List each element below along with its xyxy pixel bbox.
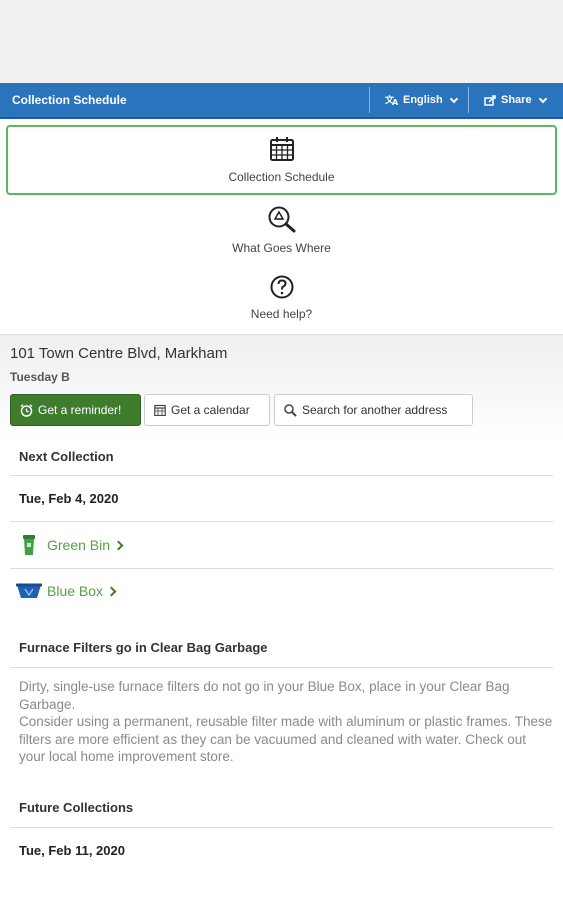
alarm-clock-icon [20, 403, 33, 417]
future-collection-date: Tue, Feb 11, 2020 [10, 828, 553, 872]
status-area [0, 0, 563, 83]
blue-box-icon [10, 583, 47, 599]
question-icon [270, 275, 293, 299]
chevron-down-icon [449, 94, 458, 103]
get-reminder-button[interactable]: Get a reminder! [10, 394, 141, 426]
notice-heading: Furnace Filters go in Clear Bag Garbage [10, 628, 553, 668]
future-collections-heading: Future Collections [10, 788, 553, 828]
nav-collection-schedule[interactable]: Collection Schedule [6, 125, 557, 195]
next-collection-heading: Next Collection [10, 438, 553, 476]
address-title: 101 Town Centre Blvd, Markham [10, 345, 228, 362]
notice-body: Dirty, single-use furnace filters do not… [19, 678, 554, 766]
chevron-right-icon [106, 586, 117, 596]
collection-zone: Tuesday B [10, 370, 70, 384]
app-title: Collection Schedule [12, 93, 127, 107]
share-label: Share [501, 94, 532, 106]
item-label: Blue Box [47, 583, 104, 599]
heading-text: Future Collections [19, 800, 134, 815]
share-button[interactable]: Share [468, 83, 563, 117]
share-icon [484, 94, 496, 106]
chevron-right-icon [113, 540, 124, 550]
nav-label: Need help? [250, 307, 313, 321]
main-nav: Collection Schedule What Goes Where Need… [0, 119, 563, 334]
get-calendar-button[interactable]: Get a calendar [144, 394, 270, 426]
search-icon [284, 403, 297, 417]
calendar-icon [154, 404, 166, 416]
top-bar: Collection Schedule 文 A English Share [0, 83, 563, 119]
calendar-icon [269, 137, 294, 161]
svg-text:A: A [392, 98, 399, 106]
heading-text: Next Collection [19, 449, 114, 464]
button-label: Get a calendar [171, 403, 250, 417]
blue-box-item[interactable]: Blue Box [10, 569, 553, 613]
address-panel: 101 Town Centre Blvd, Markham Tuesday B … [0, 334, 563, 438]
search-address-button[interactable]: Search for another address [274, 394, 473, 426]
heading-text: Furnace Filters go in Clear Bag Garbage [19, 640, 268, 655]
nav-need-help[interactable]: Need help? [6, 265, 557, 331]
translate-icon: 文 A [385, 94, 399, 106]
date-text: Tue, Feb 11, 2020 [19, 842, 125, 858]
button-label: Get a reminder! [38, 403, 122, 417]
chevron-down-icon [538, 94, 547, 103]
nav-what-goes-where[interactable]: What Goes Where [6, 197, 557, 263]
green-bin-icon [10, 534, 47, 556]
notice-paragraph: Dirty, single-use furnace filters do not… [19, 679, 510, 712]
item-label: Green Bin [47, 537, 111, 553]
next-collection-date: Tue, Feb 4, 2020 [10, 476, 553, 522]
recycle-search-icon [268, 206, 295, 233]
notice-paragraph: Consider using a permanent, reusable fil… [19, 714, 553, 764]
language-button[interactable]: 文 A English [369, 83, 469, 117]
language-label: English [403, 94, 443, 106]
date-text: Tue, Feb 4, 2020 [19, 491, 119, 506]
green-bin-item[interactable]: Green Bin [10, 522, 553, 569]
nav-label: What Goes Where [232, 241, 331, 255]
nav-label: Collection Schedule [228, 170, 335, 184]
button-label: Search for another address [302, 403, 448, 417]
